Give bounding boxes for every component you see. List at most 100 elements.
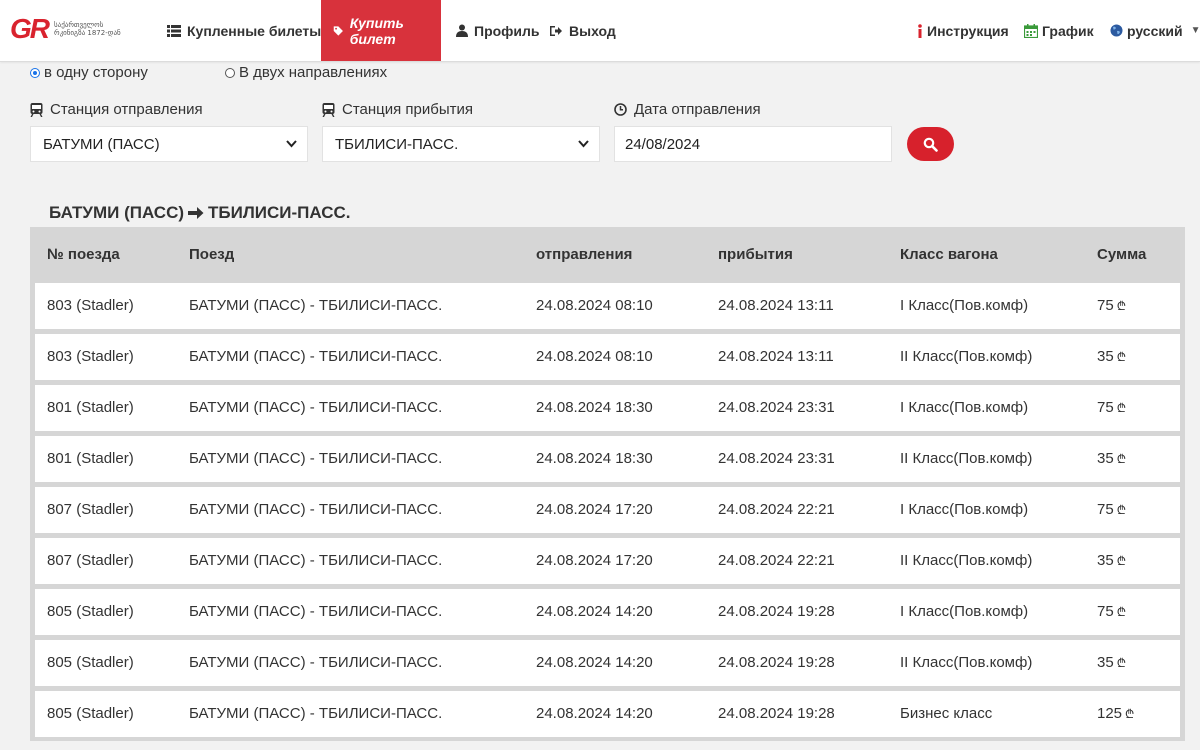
radio-one-way[interactable]: в одну сторону [30,64,148,81]
nav-profile[interactable]: Профиль [456,0,540,61]
col-train-number: № поезда [47,246,120,263]
train-icon [30,102,43,117]
radio-one-way-label: в одну сторону [44,64,148,81]
cell-price: 125 ₾ [1097,705,1134,722]
col-departure: отправления [536,246,633,263]
cell-arrival: 24.08.2024 19:28 [718,654,835,671]
cell-train: БАТУМИ (ПАСС) - ТБИЛИСИ-ПАСС. [189,501,443,518]
info-icon [918,23,922,38]
table-row[interactable]: 803 (Stadler) БАТУМИ (ПАСС) - ТБИЛИСИ-ПАС… [35,334,1180,380]
col-arrival: прибытия [718,246,793,263]
table-row[interactable]: 801 (Stadler) БАТУМИ (ПАСС) - ТБИЛИСИ-ПАС… [35,436,1180,482]
price-value: 35 [1097,348,1114,365]
trains-table: № поезда Поезд отправления прибытия Клас… [30,227,1185,741]
radio-round-trip[interactable]: В двух направлениях [225,64,387,81]
cell-arrival: 24.08.2024 19:28 [718,705,835,722]
search-button[interactable] [907,127,954,161]
table-row[interactable]: 807 (Stadler) БАТУМИ (ПАСС) - ТБИЛИСИ-ПАС… [35,538,1180,584]
price-value: 125 [1097,705,1123,722]
table-row[interactable]: 805 (Stadler) БАТУМИ (ПАСС) - ТБИЛИСИ-ПАС… [35,691,1180,737]
cell-departure: 24.08.2024 18:30 [536,399,653,416]
date-label-text: Дата отправления [634,101,761,118]
nav-buy-ticket[interactable]: Купить билет [321,0,441,61]
train-icon [322,102,335,117]
nav-schedule[interactable]: График [1024,0,1094,61]
nav-logout[interactable]: Выход [549,0,616,61]
cell-car-class: II Класс(Пов.комф) [900,552,1033,569]
table-row[interactable]: 807 (Stadler) БАТУМИ (ПАСС) - ТБИЛИСИ-ПАС… [35,487,1180,533]
price-value: 75 [1097,603,1114,620]
chevron-down-icon [578,140,589,148]
table-row[interactable]: 803 (Stadler) БАТУМИ (ПАСС) - ТБИЛИСИ-ПАС… [35,283,1180,329]
cell-arrival: 24.08.2024 22:21 [718,552,835,569]
cell-train-number: 803 (Stadler) [47,348,134,365]
col-car-class: Класс вагона [900,246,998,263]
lari-currency-icon: ₾ [1125,707,1135,721]
logo-text: საქართველოს რკინიგზა 1872-დან [54,21,121,37]
price-value: 75 [1097,501,1114,518]
lari-currency-icon: ₾ [1116,350,1126,364]
lari-currency-icon: ₾ [1116,554,1126,568]
nav-purchased-label: Купленные билеты [187,22,322,39]
globe-icon [1110,24,1123,37]
language-label: русский [1127,22,1183,39]
col-price: Сумма [1097,246,1147,263]
language-selector[interactable]: русский ▼ [1110,0,1200,61]
departure-station-select[interactable]: БАТУМИ (ПАСС) [30,126,308,162]
cell-price: 75 ₾ [1097,603,1126,620]
table-row[interactable]: 805 (Stadler) БАТУМИ (ПАСС) - ТБИЛИСИ-ПАС… [35,589,1180,635]
cell-arrival: 24.08.2024 19:28 [718,603,835,620]
cell-departure: 24.08.2024 18:30 [536,450,653,467]
cell-departure: 24.08.2024 08:10 [536,297,653,314]
user-icon [456,24,468,37]
radio-round-trip-indicator[interactable] [225,67,235,78]
cell-train: БАТУМИ (ПАСС) - ТБИЛИСИ-ПАСС. [189,603,443,620]
cell-train-number: 801 (Stadler) [47,450,134,467]
cell-price: 35 ₾ [1097,654,1126,671]
cell-car-class: II Класс(Пов.комф) [900,654,1033,671]
cell-train-number: 805 (Stadler) [47,603,134,620]
cell-arrival: 24.08.2024 13:11 [718,348,834,365]
price-value: 35 [1097,552,1114,569]
cell-train-number: 805 (Stadler) [47,705,134,722]
logo[interactable]: GR საქართველოს რკინიგზა 1872-დან [10,14,132,44]
table-row[interactable]: 801 (Stadler) БАТУМИ (ПАСС) - ТБИЛИСИ-ПАС… [35,385,1180,431]
cell-car-class: I Класс(Пов.комф) [900,603,1029,620]
sign-out-icon [550,25,562,36]
lari-currency-icon: ₾ [1116,299,1126,313]
nav-buy-label: Купить билет [349,14,404,47]
cell-price: 35 ₾ [1097,450,1126,467]
nav-instructions-label: Инструкция [927,22,1009,39]
price-value: 75 [1097,297,1114,314]
arrival-label: Станция прибытия [322,101,473,118]
chevron-down-icon [286,140,297,148]
logo-mark: GR [10,13,50,44]
clock-icon [614,103,627,116]
table-header: № поезда Поезд отправления прибытия Клас… [30,227,1185,280]
cell-train: БАТУМИ (ПАСС) - ТБИЛИСИ-ПАСС. [189,654,443,671]
calendar-icon [1024,23,1038,38]
radio-one-way-indicator[interactable] [30,67,40,78]
route-title: БАТУМИ (ПАСС) ТБИЛИСИ-ПАСС. [49,203,351,223]
departure-label-text: Станция отправления [50,101,203,118]
cell-train-number: 801 (Stadler) [47,399,134,416]
search-icon [923,137,938,152]
nav-purchased-tickets[interactable]: Купленные билеты [167,0,321,61]
cell-arrival: 24.08.2024 22:21 [718,501,835,518]
nav-instructions[interactable]: Инструкция [917,0,1009,61]
table-row[interactable]: 805 (Stadler) БАТУМИ (ПАСС) - ТБИЛИСИ-ПАС… [35,640,1180,686]
cell-train: БАТУМИ (ПАСС) - ТБИЛИСИ-ПАСС. [189,552,443,569]
radio-round-trip-label: В двух направлениях [239,64,388,81]
cell-car-class: II Класс(Пов.комф) [900,348,1033,365]
cell-price: 75 ₾ [1097,399,1126,416]
cell-train: БАТУМИ (ПАСС) - ТБИЛИСИ-ПАСС. [189,348,443,365]
arrival-station-select[interactable]: ТБИЛИСИ-ПАСС. [322,126,600,162]
top-navbar: GR საქართველოს რკინიგზა 1872-დან Купленн… [0,0,1200,62]
cell-train-number: 807 (Stadler) [47,501,134,518]
departure-date-input[interactable] [614,126,892,162]
route-to: ТБИЛИСИ-ПАСС. [208,203,351,222]
ticket-tag-icon [333,25,343,36]
route-from: БАТУМИ (ПАСС) [49,203,185,222]
nav-profile-label: Профиль [474,22,540,39]
arrival-label-text: Станция прибытия [342,101,474,118]
